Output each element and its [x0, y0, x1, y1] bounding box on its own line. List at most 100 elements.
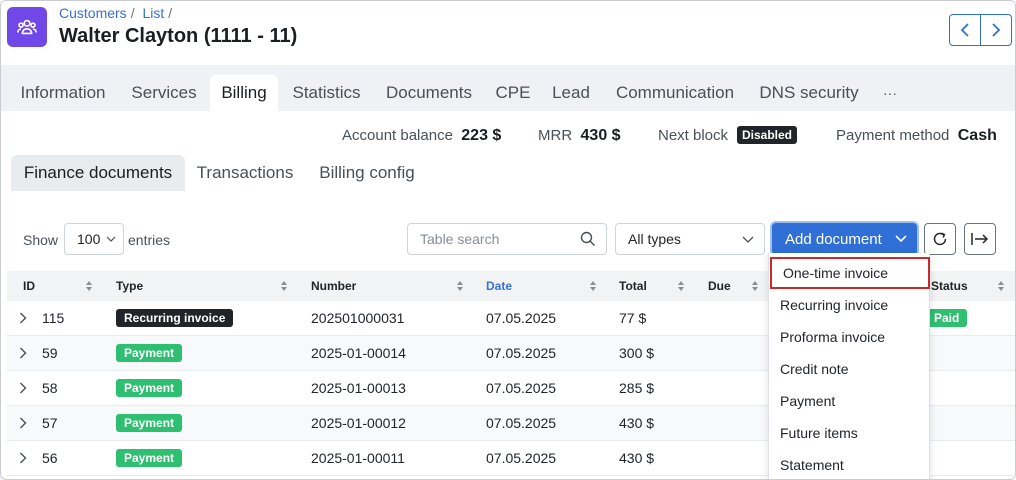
breadcrumb-separator: / — [130, 5, 135, 21]
export-button[interactable] — [964, 223, 996, 255]
row-total: 430 $ — [619, 415, 655, 431]
add-document-menu: One-time invoice Recurring invoice Profo… — [768, 253, 931, 479]
row-total: 300 $ — [619, 345, 655, 361]
account-balance-value: 223 $ — [461, 127, 502, 144]
row-number[interactable]: 2025-01-00011 — [311, 450, 405, 466]
chevron-right-icon[interactable] — [19, 312, 27, 324]
menu-item-one-time-invoice[interactable]: One-time invoice — [770, 257, 930, 289]
row-id: 57 — [42, 415, 58, 431]
refresh-button[interactable] — [924, 223, 956, 255]
mrr-value: 430 $ — [580, 127, 621, 144]
table-search-placeholder: Table search — [420, 231, 500, 247]
payment-method-label: Payment method — [836, 127, 950, 144]
add-document-label: Add document — [785, 230, 882, 248]
row-total: 430 $ — [619, 450, 655, 466]
breadcrumb-list[interactable]: List — [142, 5, 164, 21]
column-total[interactable]: Total — [619, 279, 647, 293]
row-date: 07.05.2025 — [486, 310, 557, 326]
column-due[interactable]: Due — [708, 279, 731, 293]
type-filter-value: All types — [628, 231, 681, 247]
mrr: MRR 430 $ — [538, 127, 621, 145]
tab-lead[interactable]: Lead — [545, 75, 597, 111]
menu-item-payment[interactable]: Payment — [769, 385, 931, 417]
row-total: 285 $ — [619, 380, 655, 396]
table-search-input[interactable]: Table search — [407, 223, 607, 255]
page-title: Walter Clayton (1111 - 11) — [59, 25, 298, 47]
column-type[interactable]: Type — [116, 279, 143, 293]
column-number[interactable]: Number — [311, 279, 356, 293]
record-navigation — [949, 14, 1012, 46]
subtab-finance-documents[interactable]: Finance documents — [11, 155, 185, 191]
breadcrumb-customers[interactable]: Customers — [59, 5, 127, 21]
row-number[interactable]: 202501000031 — [311, 310, 404, 326]
tab-cpe[interactable]: CPE — [491, 75, 535, 111]
refresh-icon — [933, 232, 947, 246]
add-document-button[interactable]: Add document — [772, 223, 917, 255]
menu-item-future-items[interactable]: Future items — [769, 417, 931, 449]
subtab-transactions[interactable]: Transactions — [191, 155, 299, 191]
menu-item-proforma-invoice[interactable]: Proforma invoice — [769, 321, 931, 353]
type-badge: Payment — [116, 414, 183, 432]
sort-icon — [281, 281, 287, 291]
row-id: 59 — [42, 345, 58, 361]
chevron-right-icon[interactable] — [19, 347, 27, 359]
breadcrumb: Customers / List / — [59, 5, 176, 21]
row-id: 56 — [42, 450, 58, 466]
row-date: 07.05.2025 — [486, 380, 557, 396]
column-date[interactable]: Date — [486, 279, 512, 293]
entries-label: entries — [128, 232, 171, 248]
menu-item-credit-note[interactable]: Credit note — [769, 353, 931, 385]
main-tabs: Information Services Billing Statistics … — [1, 65, 1015, 111]
search-icon — [580, 231, 595, 246]
status-badge: Paid — [926, 309, 968, 327]
tab-dns-security[interactable]: DNS security — [750, 75, 868, 111]
menu-item-statement[interactable]: Statement — [769, 449, 931, 479]
next-block-label: Next block — [658, 127, 729, 144]
page-size-select[interactable]: 100 — [64, 223, 124, 255]
mrr-label: MRR — [538, 127, 573, 144]
sort-icon — [752, 281, 758, 291]
row-number[interactable]: 2025-01-00013 — [311, 380, 406, 396]
show-label: Show — [23, 232, 59, 248]
payment-method: Payment method Cash — [836, 127, 997, 145]
account-balance: Account balance 223 $ — [342, 127, 501, 145]
column-id[interactable]: ID — [23, 279, 35, 293]
tab-billing[interactable]: Billing — [210, 75, 278, 111]
more-tabs-button[interactable]: ··· — [877, 75, 903, 111]
app-window: Customers / List / Walter Clayton (1111 - … — [0, 0, 1016, 480]
sort-icon — [590, 281, 596, 291]
breadcrumb-separator: / — [168, 5, 173, 21]
column-status[interactable]: Status — [931, 279, 968, 293]
tab-services[interactable]: Services — [121, 75, 207, 111]
tab-documents[interactable]: Documents — [377, 75, 481, 111]
chevron-left-icon — [960, 23, 969, 37]
users-group-icon — [7, 7, 47, 47]
chevron-down-icon — [106, 236, 116, 242]
chevron-down-icon — [742, 236, 754, 243]
row-date: 07.05.2025 — [486, 415, 557, 431]
type-badge: Payment — [116, 344, 183, 362]
row-number[interactable]: 2025-01-00012 — [311, 415, 406, 431]
chevron-right-icon[interactable] — [19, 417, 27, 429]
tab-communication[interactable]: Communication — [608, 75, 742, 111]
row-id: 115 — [42, 310, 65, 326]
sort-icon — [86, 281, 92, 291]
sort-icon — [678, 281, 684, 291]
row-number[interactable]: 2025-01-00014 — [311, 345, 406, 361]
row-date: 07.05.2025 — [486, 450, 557, 466]
chevron-right-icon[interactable] — [19, 452, 27, 464]
next-block-badge: Disabled — [737, 126, 798, 144]
tab-statistics[interactable]: Statistics — [284, 75, 369, 111]
previous-record-button[interactable] — [950, 15, 981, 45]
type-filter-select[interactable]: All types — [615, 223, 765, 255]
menu-item-recurring-invoice[interactable]: Recurring invoice — [769, 289, 931, 321]
tab-information[interactable]: Information — [11, 75, 115, 111]
chevron-down-icon — [895, 235, 907, 242]
account-balance-label: Account balance — [342, 127, 453, 144]
arrow-to-right-icon — [971, 233, 989, 245]
payment-method-value: Cash — [957, 127, 997, 144]
chevron-right-icon[interactable] — [19, 382, 27, 394]
subtab-billing-config[interactable]: Billing config — [311, 155, 423, 191]
page-header: Customers / List / Walter Clayton (1111 - … — [1, 1, 1015, 65]
next-record-button[interactable] — [981, 15, 1011, 45]
